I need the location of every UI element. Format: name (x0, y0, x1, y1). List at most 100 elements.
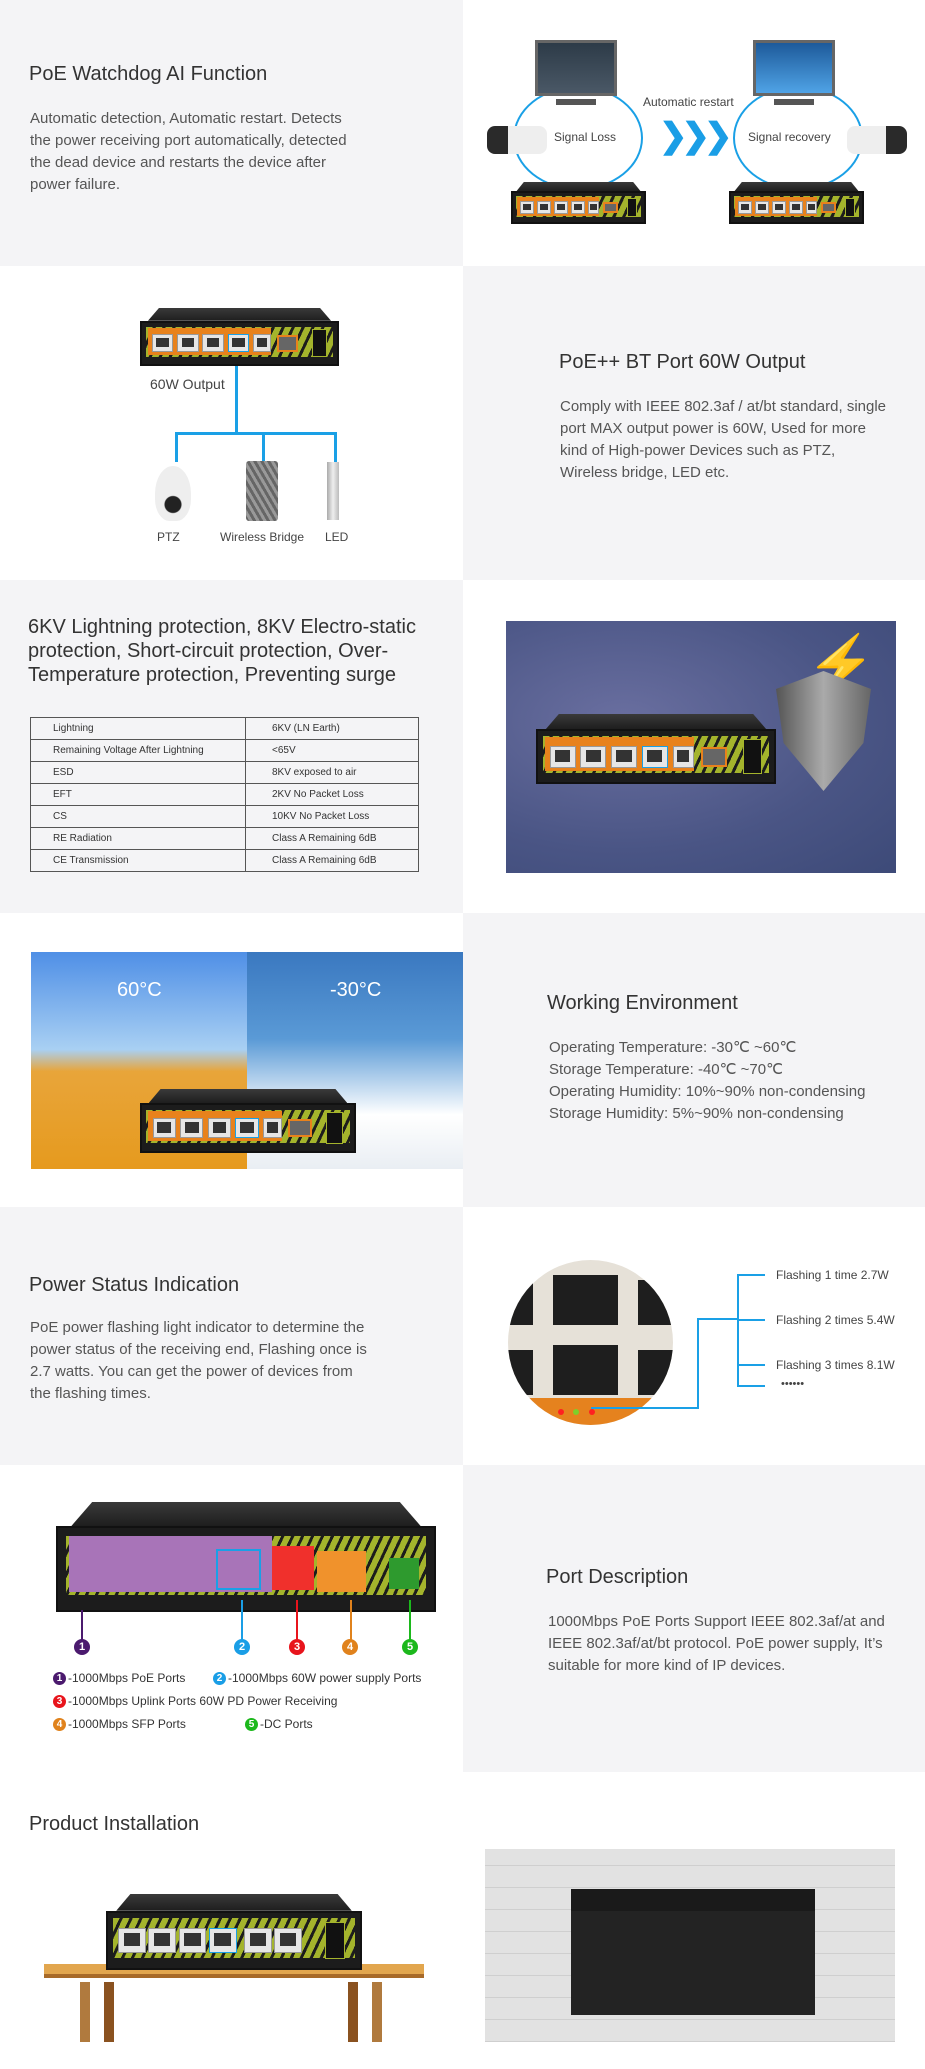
monitor-icon (753, 40, 835, 96)
environment-line: Operating Humidity: 10%~90% non-condensi… (549, 1083, 866, 1100)
spec-value: Class A Remaining 6dB (245, 827, 419, 850)
spec-label: RE Radiation (30, 827, 246, 850)
switch-wall-mounted (571, 1889, 815, 2015)
spec-row: Remaining Voltage After Lightning <65V (30, 739, 419, 762)
legend-number: 5 (245, 1718, 258, 1732)
legend-text: -1000Mbps 60W power supply Ports (228, 1671, 422, 1685)
callout-line (81, 1610, 83, 1640)
legend-item: 4 -1000Mbps SFP Ports (53, 1717, 186, 1732)
watchdog-title: PoE Watchdog AI Function (29, 63, 268, 85)
output-label: 60W Output (150, 376, 225, 392)
power-status-title: Power Status Indication (29, 1274, 240, 1296)
spec-row: RE Radiation Class A Remaining 6dB (30, 827, 419, 850)
hot-temperature-label: 60°C (117, 979, 162, 1001)
spec-label: ESD (30, 761, 246, 784)
spec-row: CE Transmission Class A Remaining 6dB (30, 849, 419, 872)
spec-value: 2KV No Packet Loss (245, 783, 419, 806)
device-label-ptz: PTZ (157, 530, 180, 544)
legend-text: -1000Mbps SFP Ports (68, 1717, 186, 1731)
monitor-stand (774, 99, 814, 105)
ptz-camera-icon (155, 466, 191, 521)
table-leg (372, 1982, 382, 2042)
bt-port-title: PoE++ BT Port 60W Output (559, 351, 806, 373)
connector-line (737, 1274, 765, 1276)
connector-line (175, 432, 337, 435)
switch-image (56, 1502, 436, 1612)
connector-line (235, 366, 238, 433)
switch-image (140, 308, 339, 366)
legend-number: 4 (53, 1718, 66, 1732)
section-protection: 6KV Lightning protection, 8KV Electro-st… (0, 580, 925, 913)
switch-image (536, 714, 776, 784)
camera-icon (847, 126, 907, 154)
signal-recovery-label: Signal recovery (748, 130, 831, 144)
badge-4: 4 (342, 1639, 358, 1655)
environment-text-panel: Working Environment Operating Temperatur… (463, 913, 925, 1207)
flash-item-ellipsis: •••••• (781, 1378, 805, 1390)
spec-row: ESD 8KV exposed to air (30, 761, 419, 784)
wall-mount-photo (485, 1849, 895, 2042)
spec-label: EFT (30, 783, 246, 806)
led-red (558, 1409, 564, 1415)
shield-icon (776, 671, 871, 791)
signal-loss-label: Signal Loss (554, 130, 617, 144)
device-label-wireless-bridge: Wireless Bridge (220, 530, 305, 544)
connector-line (737, 1319, 765, 1321)
sfp-port-zone (317, 1551, 367, 1593)
badge-1: 1 (74, 1639, 90, 1655)
connector-line (697, 1318, 699, 1409)
badge-5: 5 (402, 1639, 418, 1655)
ports-text-panel: Port Description 1000Mbps PoE Ports Supp… (463, 1465, 925, 1772)
camera-icon (487, 126, 547, 154)
installation-title: Product Installation (29, 1813, 200, 1835)
callout-line (409, 1600, 411, 1640)
bt-port-body: Comply with IEEE 802.3af / at/bt standar… (560, 398, 887, 481)
section-ports: 1 2 3 4 5 1 -1000Mbps PoE Ports 2 -1000Mbp… (0, 1465, 925, 1772)
table-leg (104, 1982, 114, 2042)
legend-text: -DC Ports (260, 1717, 313, 1731)
spec-label: Remaining Voltage After Lightning (30, 739, 246, 762)
legend-text: -1000Mbps PoE Ports (68, 1671, 186, 1685)
section-environment: 60°C -30°C Working Environment Operating… (0, 913, 925, 1207)
legend-item: 1 -1000Mbps PoE Ports (53, 1671, 186, 1686)
automatic-restart-label: Automatic restart (643, 95, 734, 109)
callout-line (296, 1600, 298, 1640)
60w-port-zone (215, 1549, 262, 1591)
protection-spec-table: Lightning 6KV (LN Earth) Remaining Voltage… (30, 717, 419, 872)
storm-photo: ⚡ (506, 621, 896, 873)
connector-line (262, 432, 265, 462)
dc-port-zone (388, 1557, 419, 1589)
connector-line (175, 432, 178, 462)
flash-item: Flashing 2 times 5.4W (776, 1313, 895, 1327)
environment-line: Operating Temperature: -30℃ ~60℃ (549, 1039, 797, 1056)
connector-line (737, 1385, 765, 1387)
legend-number: 3 (53, 1695, 66, 1709)
led-red (589, 1409, 595, 1415)
environment-title: Working Environment (547, 992, 738, 1014)
spec-label: Lightning (30, 717, 246, 740)
led-light-icon (327, 462, 339, 520)
badge-2: 2 (234, 1639, 250, 1655)
spec-value: 6KV (LN Earth) (245, 717, 419, 740)
connector-line (591, 1407, 699, 1409)
ports-diagram: 1 2 3 4 5 1 -1000Mbps PoE Ports 2 -1000Mbp… (0, 1465, 463, 1772)
bt-port-diagram: 60W Output PTZ Wireless Bridge LED (0, 266, 463, 580)
bt-port-text-panel: PoE++ BT Port 60W Output Comply with IEE… (463, 266, 925, 580)
protection-text-panel: 6KV Lightning protection, 8KV Electro-st… (0, 580, 463, 913)
spec-value: 10KV No Packet Loss (245, 805, 419, 828)
connector-line (737, 1364, 765, 1366)
spec-value: Class A Remaining 6dB (245, 849, 419, 872)
power-status-body: PoE power flashing light indicator to de… (30, 1319, 367, 1402)
connector-line (334, 432, 337, 462)
protection-image-panel: ⚡ (463, 580, 925, 913)
protection-title: 6KV Lightning protection, 8KV Electro-st… (28, 616, 416, 686)
badge-3: 3 (289, 1639, 305, 1655)
flash-item: Flashing 1 time 2.7W (776, 1268, 889, 1282)
power-status-diagram: Flashing 1 time 2.7W Flashing 2 times 5.… (463, 1207, 925, 1465)
monitor-stand (556, 99, 596, 105)
connector-line (697, 1318, 737, 1320)
monitor-icon (535, 40, 617, 96)
section-bt-port: 60W Output PTZ Wireless Bridge LED PoE++… (0, 266, 925, 580)
section-watchdog: PoE Watchdog AI Function Automatic detec… (0, 0, 925, 266)
switch-image (511, 182, 646, 224)
